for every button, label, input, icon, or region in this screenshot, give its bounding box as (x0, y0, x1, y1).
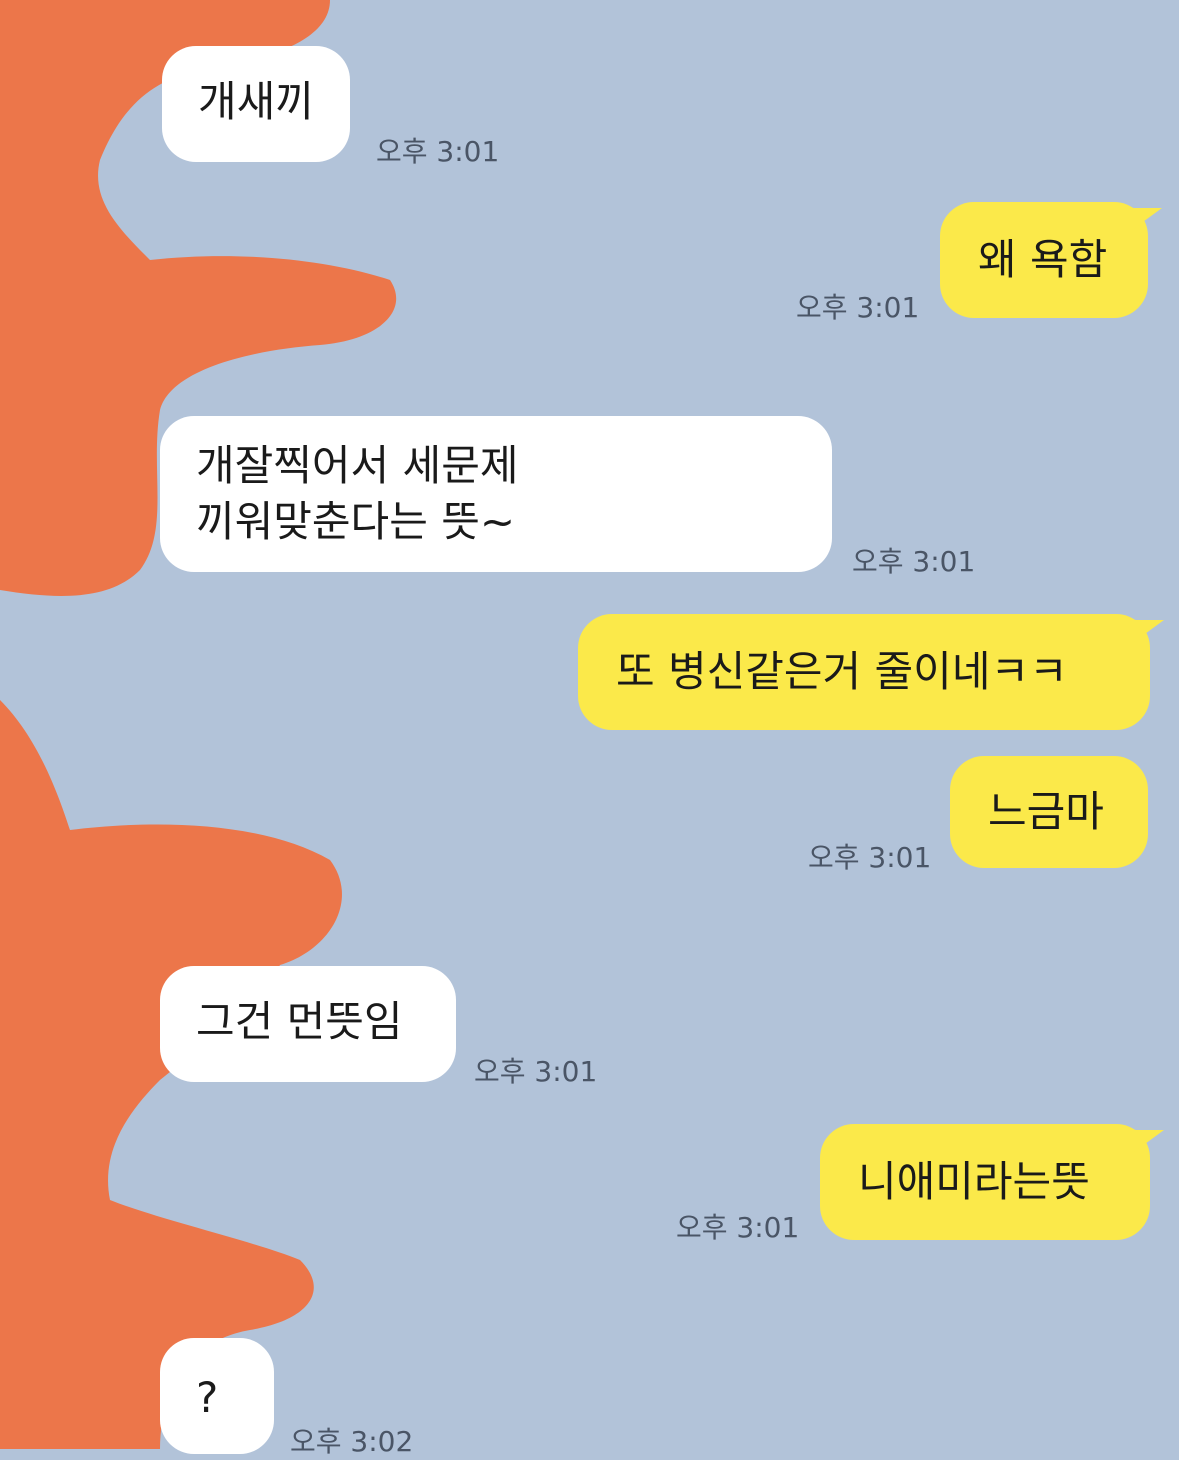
message-text: ? (196, 1373, 219, 1422)
chat-message-incoming[interactable]: 개잘찍어서 세문제 끼워맞춘다는 뜻~ (160, 416, 832, 572)
message-timestamp: 오후 3:01 (852, 545, 976, 578)
message-timestamp: 오후 3:01 (474, 1055, 598, 1088)
message-text-line: 끼워맞춘다는 뜻~ (196, 497, 516, 546)
message-timestamp: 오후 3:01 (808, 841, 932, 874)
redaction-scribble (0, 0, 397, 1449)
message-timestamp: 오후 3:01 (796, 291, 920, 324)
message-text: 또 병신같은거 줄이네ㅋㅋ (616, 647, 1068, 696)
chat-message-outgoing[interactable]: 느금마 (950, 756, 1148, 868)
message-text: 그건 먼뜻임 (196, 997, 403, 1046)
chat-message-outgoing[interactable]: 니애미라는뜻 (820, 1124, 1164, 1240)
message-text-line: 개잘찍어서 세문제 (196, 441, 519, 490)
message-timestamp: 오후 3:01 (376, 135, 500, 168)
message-text: 왜 욕함 (978, 235, 1108, 284)
message-text: 느금마 (988, 787, 1104, 836)
chat-message-outgoing[interactable]: 또 병신같은거 줄이네ㅋㅋ (578, 614, 1164, 730)
chat-message-incoming[interactable]: 개새끼 (162, 46, 350, 162)
chat-message-incoming[interactable]: ? (160, 1338, 274, 1454)
chat-message-outgoing[interactable]: 왜 욕함 (940, 202, 1162, 318)
chat-message-incoming[interactable]: 그건 먼뜻임 (160, 966, 456, 1082)
message-timestamp: 오후 3:01 (676, 1211, 800, 1244)
message-text: 니애미라는뜻 (858, 1157, 1090, 1206)
message-text: 개새끼 (198, 77, 314, 126)
message-timestamp: 오후 3:02 (290, 1425, 414, 1458)
